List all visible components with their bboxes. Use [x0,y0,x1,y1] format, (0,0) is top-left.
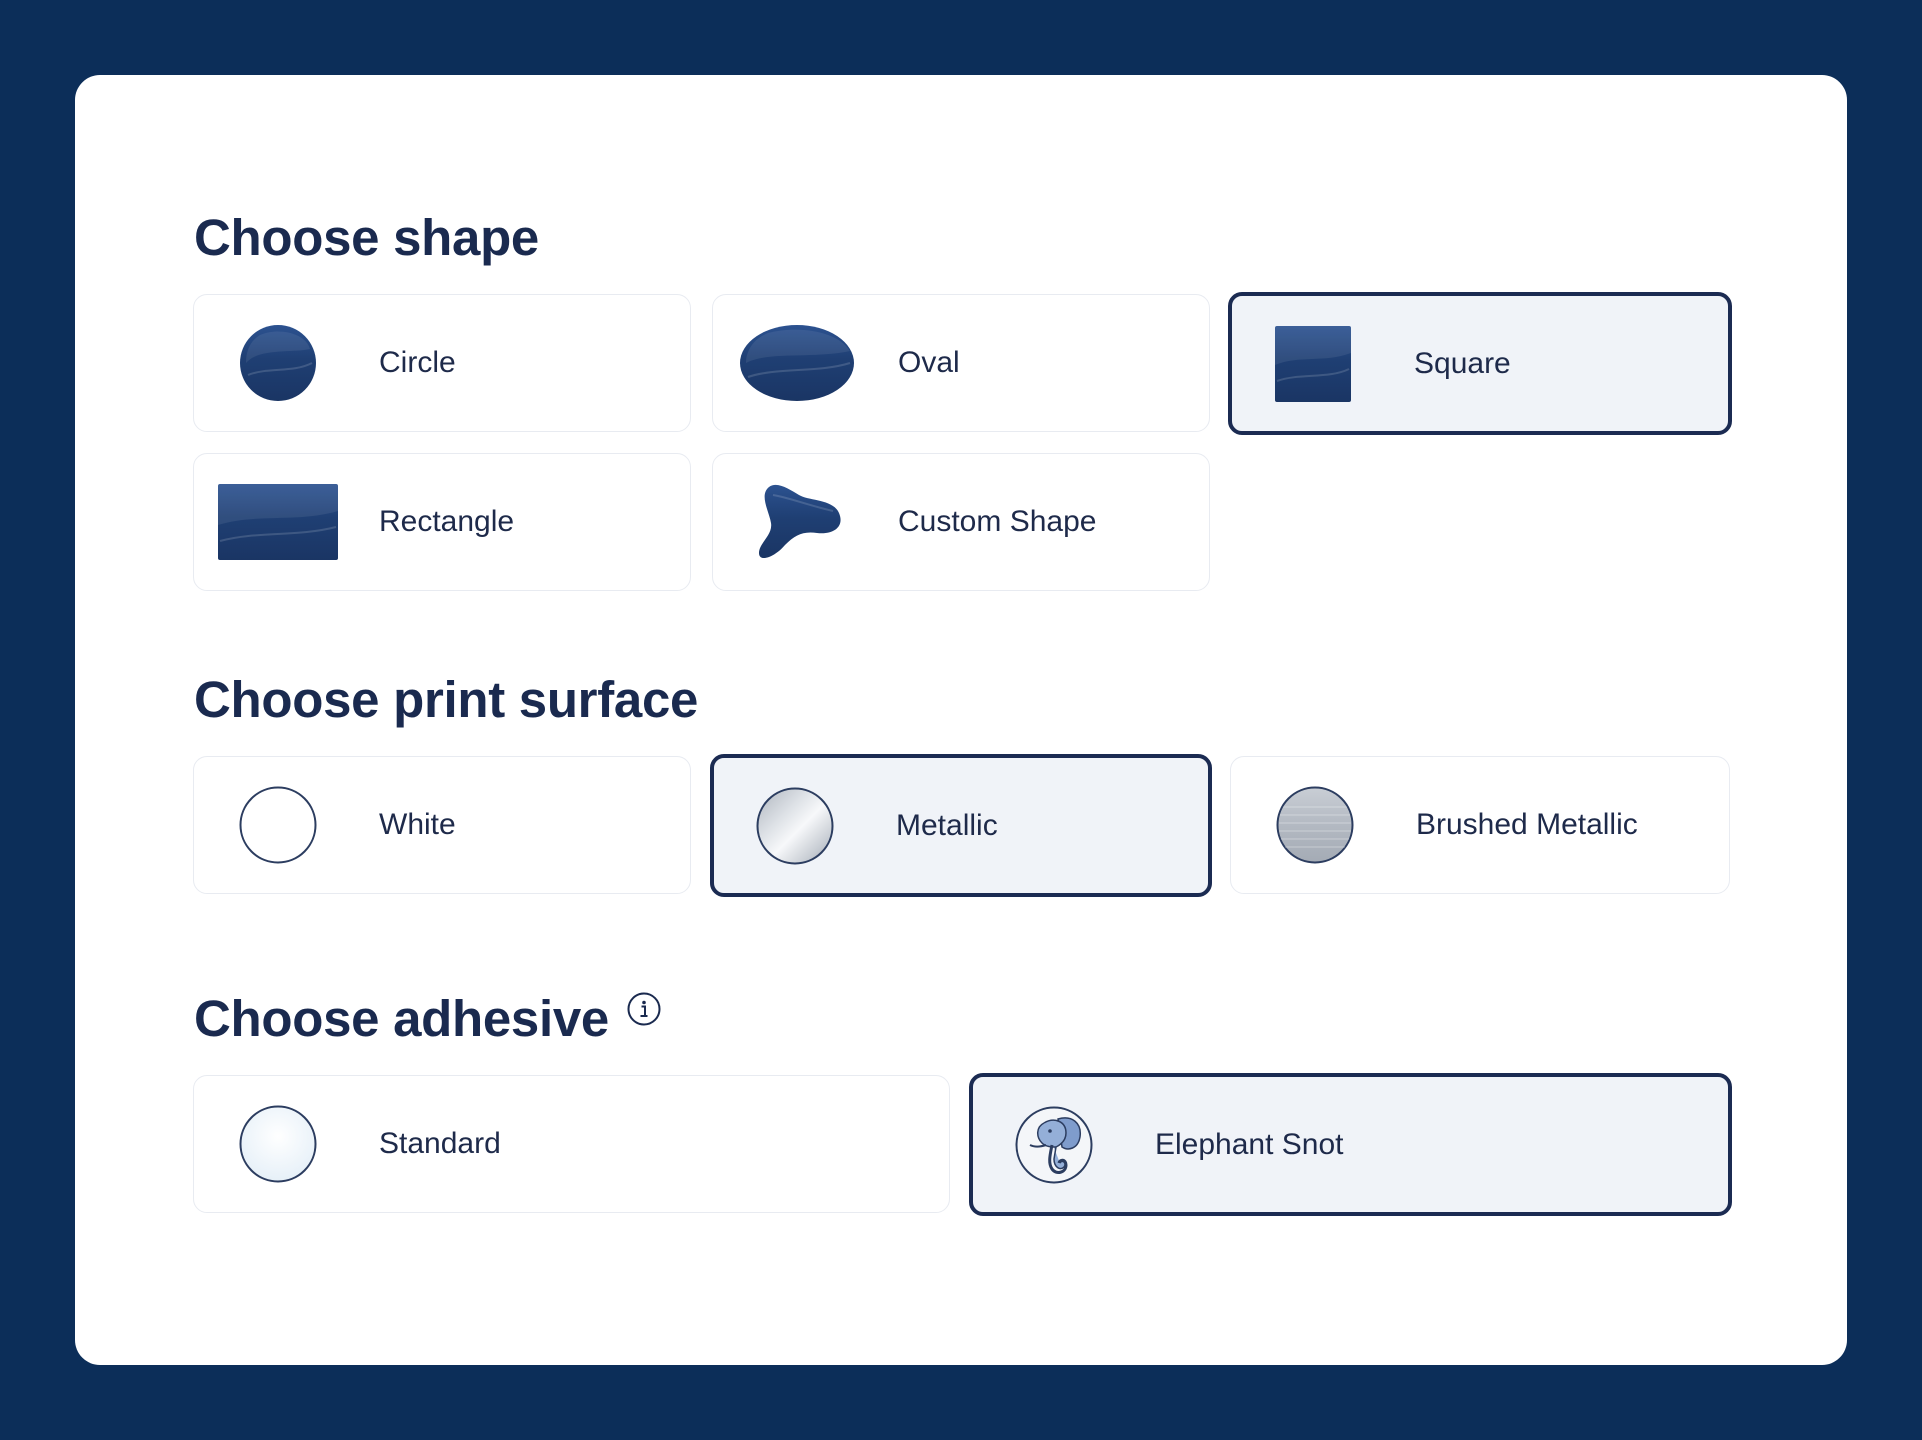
adhesive-option-label: Elephant Snot [1155,1127,1344,1161]
configurator-card: Choose shape Circle Oval Square Rectangl… [75,75,1847,1365]
shape-section-title: Choose shape [194,209,539,266]
surface-option-metallic[interactable]: Metallic [710,754,1212,897]
white-surface-icon [216,785,340,865]
adhesive-option-label: Standard [379,1127,501,1160]
shape-option-square[interactable]: Square [1228,292,1732,435]
metallic-surface-icon [733,786,857,866]
adhesive-option-elephant-snot[interactable]: Elephant Snot [969,1073,1732,1216]
custom-shape-icon [735,482,859,562]
shape-option-label: Square [1414,346,1511,380]
shape-option-label: Circle [379,346,456,379]
shape-option-label: Oval [898,346,960,379]
elephant-icon [992,1105,1116,1185]
adhesive-option-standard[interactable]: Standard [193,1075,950,1213]
brushed-metallic-surface-icon [1253,785,1377,865]
shape-option-label: Custom Shape [898,505,1097,538]
rectangle-shape-icon [216,482,340,562]
standard-adhesive-icon [216,1104,340,1184]
square-shape-icon [1251,324,1375,404]
oval-shape-icon [735,323,859,403]
adhesive-section-title-text: Choose adhesive [194,990,609,1047]
adhesive-section-title: Choose adhesive [194,990,661,1047]
surface-option-brushed-metallic[interactable]: Brushed Metallic [1230,756,1730,894]
surface-option-label: Brushed Metallic [1416,808,1638,841]
shape-option-custom[interactable]: Custom Shape [712,453,1210,591]
shape-option-circle[interactable]: Circle [193,294,691,432]
surface-option-label: Metallic [896,808,998,842]
surface-option-label: White [379,808,456,841]
circle-shape-icon [216,323,340,403]
info-icon[interactable] [627,992,661,1026]
shape-option-rectangle[interactable]: Rectangle [193,453,691,591]
shape-option-oval[interactable]: Oval [712,294,1210,432]
surface-option-white[interactable]: White [193,756,691,894]
shape-option-label: Rectangle [379,505,515,538]
surface-section-title: Choose print surface [194,671,699,728]
